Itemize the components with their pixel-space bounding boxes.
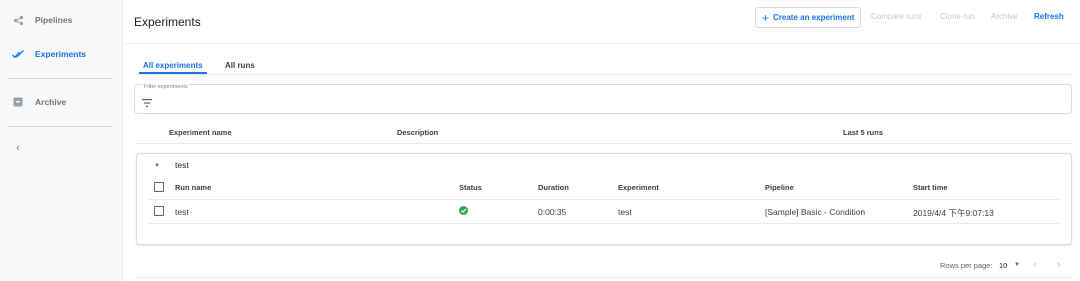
create-experiment-button[interactable]: + Create an experiment	[755, 7, 861, 28]
column-header-description[interactable]: Description	[397, 128, 438, 137]
rows-per-page-label: Rows per page:	[940, 261, 993, 270]
footer-divider	[134, 277, 1072, 278]
plus-icon: +	[762, 10, 770, 25]
table-header-divider	[134, 143, 1072, 144]
sidebar-item-label: Archive	[35, 97, 67, 107]
column-header-experiment[interactable]: Experiment	[618, 183, 659, 192]
rows-per-page-select[interactable]: 10	[999, 261, 1007, 270]
run-name-link[interactable]: test	[175, 207, 189, 217]
sidebar: Pipelines Experiments Archive ‹	[0, 0, 123, 281]
previous-page-chevron-icon[interactable]: ‹	[1033, 259, 1037, 271]
sidebar-divider	[8, 126, 112, 127]
create-experiment-label: Create an experiment	[773, 13, 855, 22]
experiments-check-icon	[12, 48, 24, 60]
experiment-name[interactable]: test	[175, 160, 189, 170]
run-duration: 0:00:35	[538, 207, 567, 217]
sidebar-divider	[8, 78, 112, 79]
column-header-start-time[interactable]: Start time	[913, 183, 948, 192]
sidebar-item-experiments[interactable]: Experiments	[0, 39, 123, 69]
dropdown-caret-icon[interactable]: ▼	[1014, 262, 1020, 268]
column-header-last-5-runs: Last 5 runs	[843, 128, 884, 137]
experiment-group: ▼ test Run name Status Duration Experime…	[136, 153, 1072, 245]
collapse-sidebar-chevron-icon[interactable]: ‹	[12, 142, 24, 154]
sidebar-item-label: Experiments	[35, 49, 87, 59]
tab-all-experiments[interactable]: All experiments	[143, 61, 203, 70]
archive-icon	[12, 96, 24, 108]
run-experiment-link[interactable]: test	[618, 207, 632, 217]
page-title: Experiments	[134, 15, 201, 29]
column-header-duration[interactable]: Duration	[538, 183, 569, 192]
filter-label: Filter experiments	[143, 84, 189, 90]
run-start-time: 2019/4/4 下午9:07:13	[913, 208, 994, 218]
page-header: Experiments + Create an experiment Compa…	[124, 0, 1080, 44]
sidebar-item-pipelines[interactable]: Pipelines	[0, 5, 123, 35]
column-header-pipeline[interactable]: Pipeline	[765, 183, 794, 192]
next-page-chevron-icon[interactable]: ›	[1057, 259, 1061, 271]
select-all-checkbox[interactable]	[154, 182, 164, 192]
sidebar-item-label: Pipelines	[35, 15, 73, 25]
filter-experiments-input[interactable]: Filter experiments	[134, 84, 1072, 114]
success-check-icon	[459, 206, 468, 215]
runs-header-divider	[148, 199, 1059, 200]
tabs-divider	[134, 74, 1072, 75]
run-pipeline-link[interactable]: [Sample] Basic - Condition	[765, 207, 865, 217]
column-header-experiment-name[interactable]: Experiment name	[169, 128, 232, 137]
pipelines-icon	[12, 14, 24, 26]
row-divider	[148, 223, 1059, 224]
column-header-run-name[interactable]: Run name	[175, 183, 211, 192]
expand-caret-icon[interactable]: ▼	[153, 162, 161, 170]
row-select-checkbox[interactable]	[154, 206, 164, 216]
filter-list-icon	[142, 94, 152, 107]
tab-all-runs[interactable]: All runs	[225, 61, 255, 70]
column-header-status[interactable]: Status	[459, 183, 482, 192]
archive-button[interactable]: Archive	[991, 12, 1018, 21]
sidebar-item-archive[interactable]: Archive	[0, 87, 123, 117]
clone-run-button[interactable]: Clone run	[940, 12, 975, 21]
compare-runs-button[interactable]: Compare runs	[871, 12, 922, 21]
refresh-button[interactable]: Refresh	[1034, 12, 1064, 21]
